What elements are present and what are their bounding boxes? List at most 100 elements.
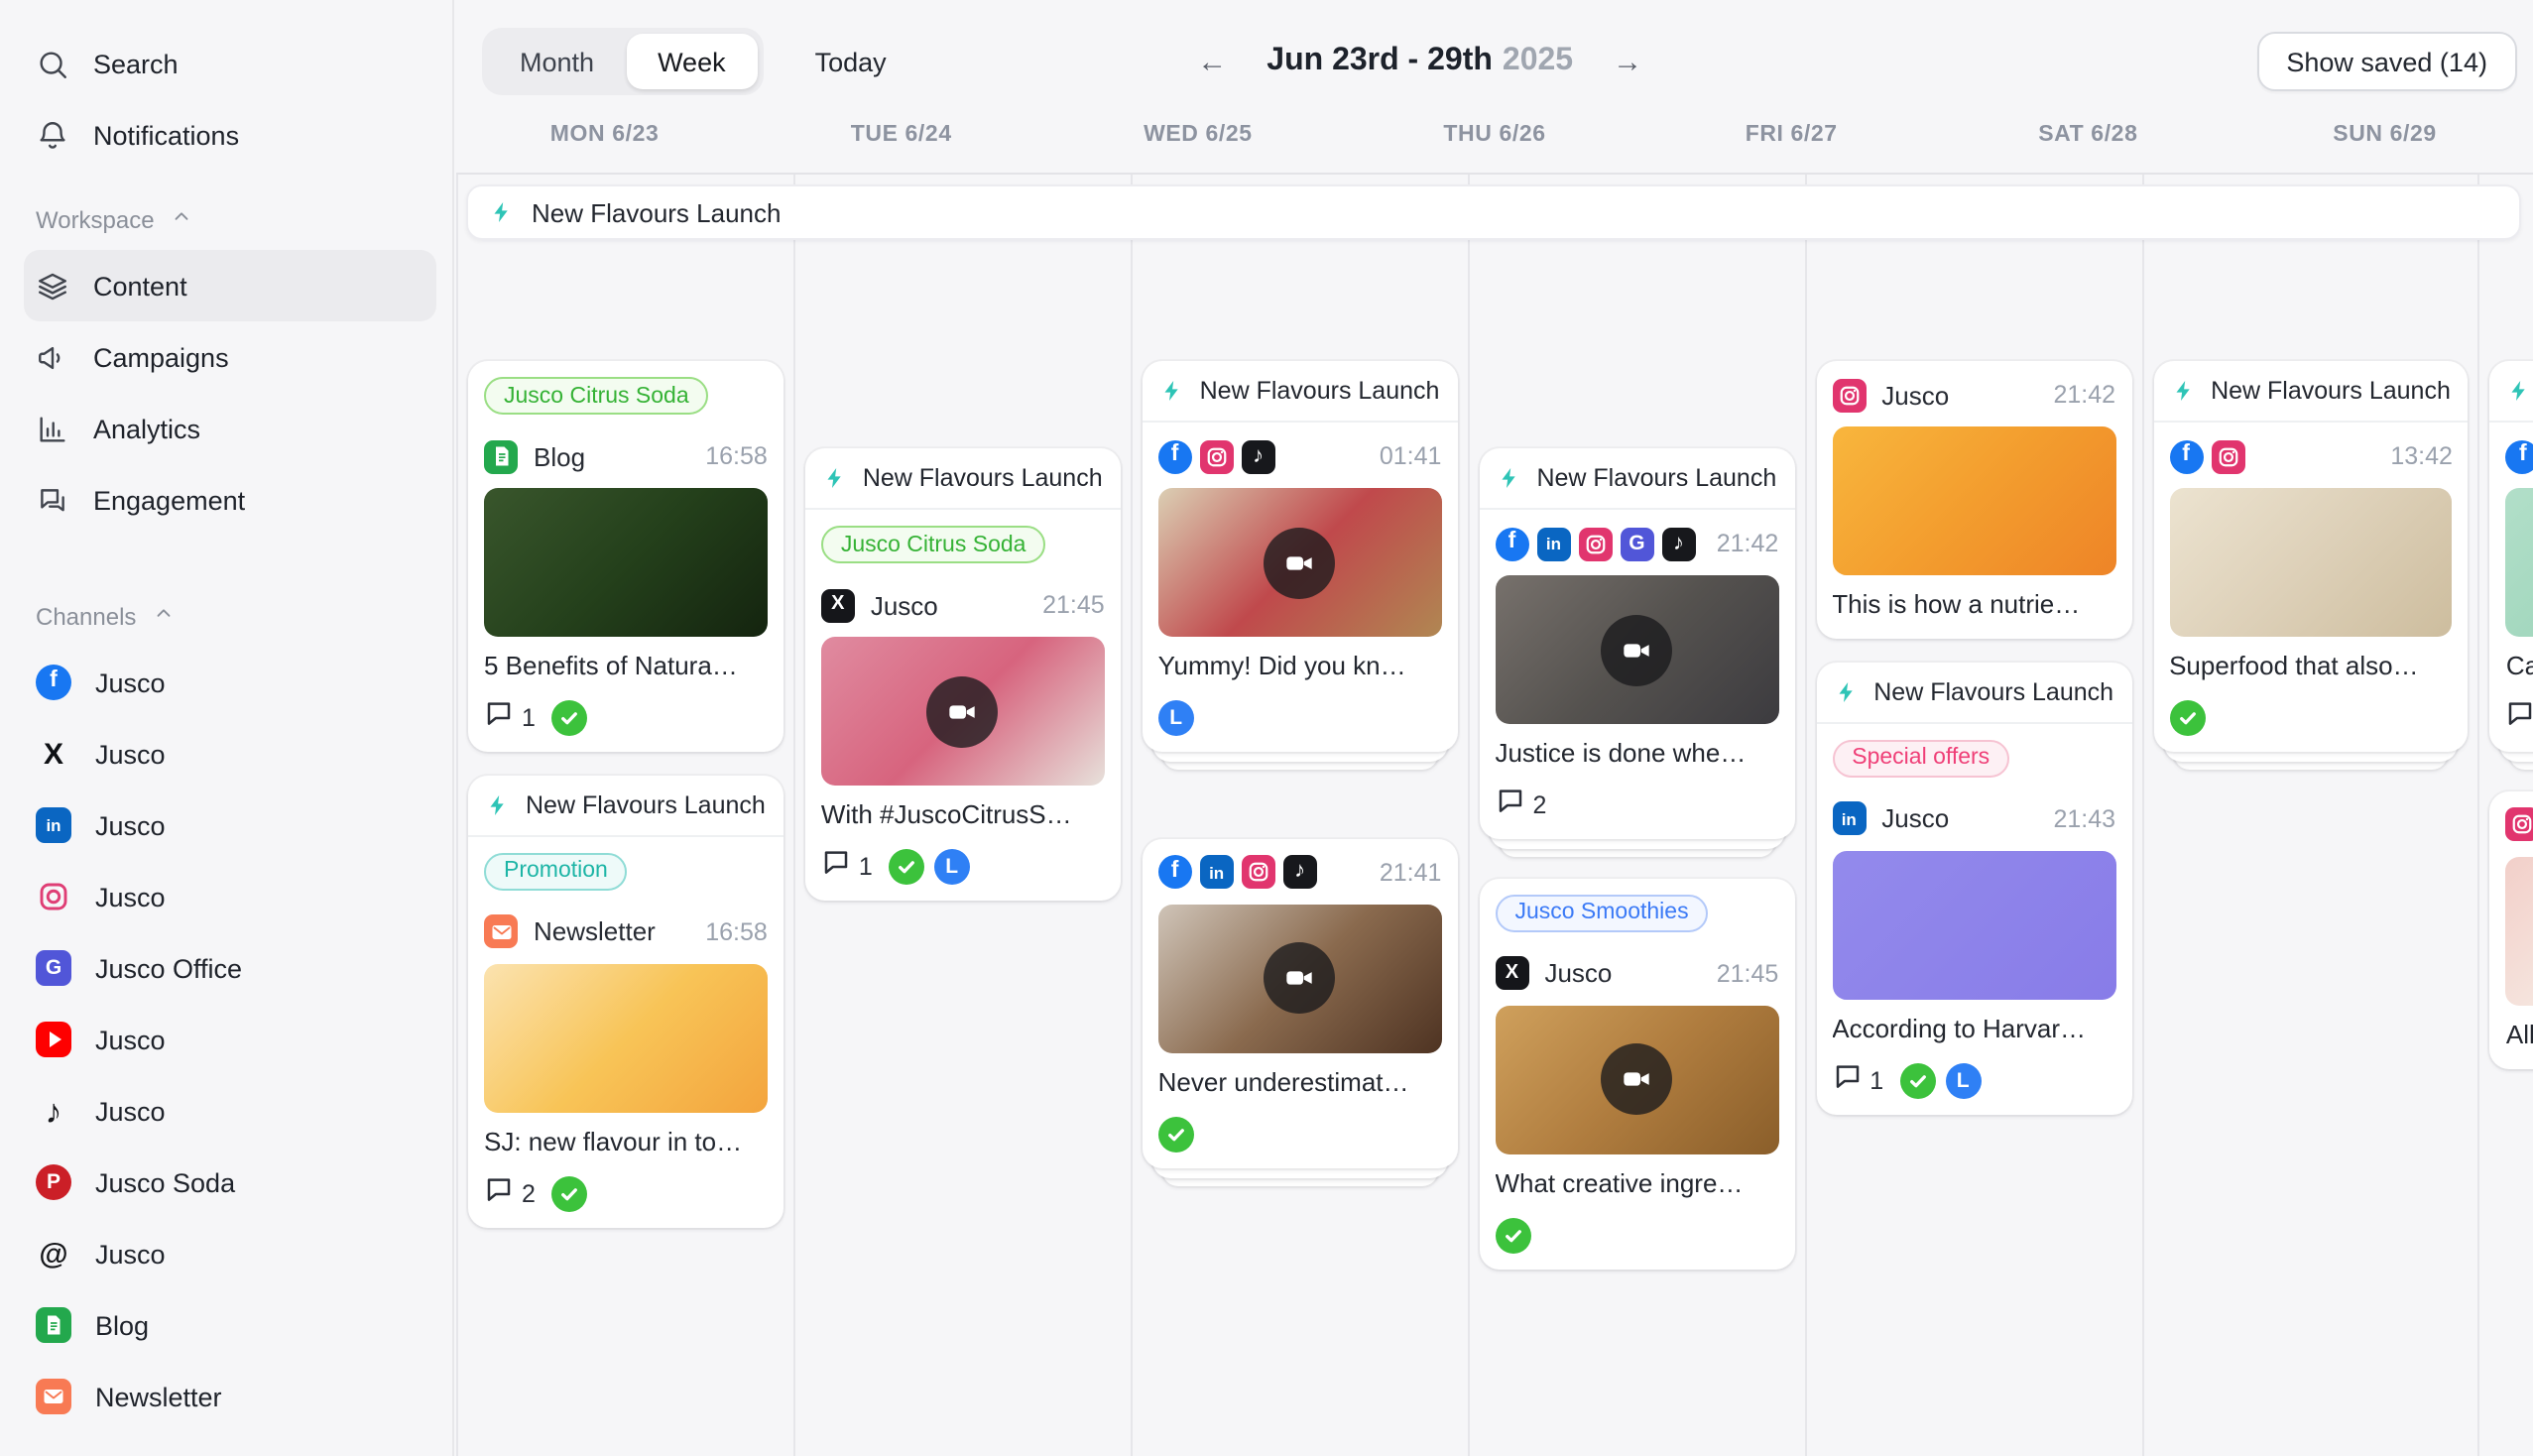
sidebar-item-campaigns[interactable]: Campaigns — [24, 321, 436, 393]
sidebar-channel-instagram[interactable]: Jusco — [24, 861, 436, 932]
channel-row: inJusco21:43 — [1832, 801, 2115, 837]
calendar-body: New Flavours Launch Jusco Citrus SodaBlo… — [456, 175, 2533, 1456]
x-icon: X — [36, 736, 71, 772]
channel-label: Jusco — [95, 1239, 166, 1269]
post-title: Can't have the blue… — [2506, 651, 2533, 684]
post-card[interactable]: New Flavours Launchf13:42Superfood that … — [2153, 361, 2469, 752]
sidebar-channel-youtube[interactable]: Jusco — [24, 1004, 436, 1075]
post-title: Yummy! Did you kn… — [1158, 651, 1442, 684]
instagram-icon — [36, 879, 71, 914]
approved-check-icon — [2169, 700, 2205, 736]
comment-indicator[interactable]: 1 — [484, 698, 536, 738]
sidebar-item-engagement[interactable]: Engagement — [24, 464, 436, 536]
week-view-button[interactable]: Week — [626, 34, 758, 89]
sidebar-channel-google[interactable]: GJusco Office — [24, 932, 436, 1004]
sidebar-channel-pinterest[interactable]: PJusco Soda — [24, 1147, 436, 1218]
show-saved-button[interactable]: Show saved (14) — [2256, 32, 2517, 91]
post-media-pink-citrus-drink-pour[interactable] — [821, 637, 1105, 786]
month-view-button[interactable]: Month — [488, 34, 626, 89]
sidebar-item-search[interactable]: Search — [24, 28, 436, 99]
post-time: 21:45 — [1717, 960, 1779, 988]
channel-row: XJusco21:45 — [1495, 956, 1778, 992]
sidebar-item-content[interactable]: Content — [24, 250, 436, 321]
post-card[interactable]: Jusco21:42All smoothies are pr… — [2490, 791, 2533, 1069]
label-pill: Jusco Citrus Soda — [821, 526, 1046, 563]
label-pill: Special offers — [1832, 740, 2009, 778]
card-stack: Jusco Citrus SodaBlog16:585 Benefits of … — [458, 175, 793, 1272]
campaign-banner[interactable]: New Flavours Launch — [466, 184, 2521, 240]
sidebar-channel-threads[interactable]: @Jusco — [24, 1218, 436, 1289]
sidebar-item-notifications[interactable]: Notifications — [24, 99, 436, 171]
today-button[interactable]: Today — [815, 47, 887, 76]
bell-icon — [36, 118, 69, 152]
post-card[interactable]: New Flavours LaunchJusco Citrus SodaXJus… — [805, 448, 1121, 901]
card-footer — [2169, 700, 2453, 736]
comment-indicator[interactable]: 1 — [1832, 1061, 1883, 1101]
date-range: Jun 23rd - 29th2025 — [1266, 44, 1573, 79]
post-media-apricots[interactable] — [1832, 426, 2115, 575]
comment-icon — [1832, 1061, 1862, 1101]
post-card[interactable]: New Flavours Launchf21:41Can't have the … — [2490, 361, 2533, 752]
day-column: New Flavours Launchf♪01:41Yummy! Did you… — [1131, 175, 1468, 1456]
next-week-arrow-icon[interactable]: → — [1605, 41, 1650, 82]
post-card[interactable]: Jusco21:42 This is how a nutrie… — [1816, 361, 2131, 639]
post-card[interactable]: fin♪21:41Never underestimat… — [1143, 839, 1458, 1168]
sidebar-channel-x[interactable]: XJusco — [24, 718, 436, 789]
channels-section-header[interactable]: Channels — [24, 587, 436, 647]
post-card[interactable]: New Flavours LaunchSpecial offersinJusco… — [1816, 663, 2131, 1115]
sidebar: Search Notifications Workspace Content C… — [0, 0, 454, 1456]
comment-indicator[interactable]: 2 — [1495, 786, 1546, 825]
sidebar-channel-blog[interactable]: Blog — [24, 1289, 436, 1361]
post-media-matches-on-purple[interactable] — [1832, 851, 2115, 1000]
instagram-icon — [1242, 856, 1275, 890]
view-toggle: Month Week — [482, 28, 764, 95]
post-card[interactable]: Jusco Citrus SodaBlog16:585 Benefits of … — [468, 361, 784, 752]
channel-row: Jusco21:42 — [1832, 377, 2115, 413]
post-card[interactable]: New Flavours LaunchPromotionNewsletter16… — [468, 776, 784, 1228]
campaign-bolt-icon — [1160, 379, 1184, 403]
calendar-toolbar: Month Week Today ← Jun 23rd - 29th2025 →… — [456, 0, 2533, 123]
post-media-detox-bottle-on-basil-leaves[interactable] — [484, 488, 768, 637]
post-media-orange-smoothie-glass[interactable] — [484, 964, 768, 1113]
comment-indicator[interactable]: 2 — [484, 1174, 536, 1214]
post-card[interactable]: Jusco SmoothiesXJusco21:45What creative … — [1479, 879, 1794, 1270]
post-media-green-detox-pour[interactable] — [2506, 488, 2533, 637]
approved-check-icon — [1899, 1063, 1935, 1099]
sidebar-item-label: Notifications — [93, 120, 239, 150]
day-column: New Flavours Launchf13:42Superfood that … — [2141, 175, 2478, 1456]
channel-row: Newsletter16:58 — [484, 914, 768, 950]
prev-week-arrow-icon[interactable]: ← — [1189, 41, 1235, 82]
content-calendar-app: Search Notifications Workspace Content C… — [0, 0, 2533, 1456]
campaign-bolt-icon — [2508, 379, 2532, 403]
post-media-smoothie-cups-on-wood[interactable] — [1495, 1006, 1778, 1154]
workspace-section-header[interactable]: Workspace — [24, 190, 436, 250]
instagram-icon — [1578, 527, 1612, 560]
post-media-juice-bottles-flatlay[interactable] — [2169, 488, 2453, 637]
post-time: 21:45 — [1042, 591, 1105, 619]
tiktok-icon: ♪ — [1661, 527, 1695, 560]
calendar-main: Month Week Today ← Jun 23rd - 29th2025 →… — [456, 0, 2533, 1456]
post-media-red-iced-drinks[interactable] — [1158, 488, 1442, 637]
card-campaign-header: New Flavours Launch — [1143, 361, 1458, 423]
comment-indicator[interactable]: 4 — [2506, 698, 2533, 738]
post-card[interactable]: New Flavours LaunchfinG♪21:42Justice is … — [1479, 448, 1794, 839]
sidebar-item-analytics[interactable]: Analytics — [24, 393, 436, 464]
post-title: This is how a nutrie… — [1832, 589, 2115, 623]
approved-check-icon — [551, 1176, 587, 1212]
post-media-bar-shelf-scene[interactable] — [1495, 575, 1778, 724]
post-card[interactable]: New Flavours Launchf♪01:41Yummy! Did you… — [1143, 361, 1458, 752]
sidebar-channel-newsletter[interactable]: Newsletter — [24, 1361, 436, 1432]
post-media-chocolate-pour-jars[interactable] — [1158, 905, 1442, 1053]
channel-label: Blog — [95, 1310, 149, 1340]
post-media-pink-smoothie-berries[interactable] — [2506, 857, 2533, 1006]
sidebar-channel-linkedin[interactable]: inJusco — [24, 789, 436, 861]
card-footer: 1L — [1832, 1063, 2115, 1099]
sidebar-channel-tiktok[interactable]: ♪Jusco — [24, 1075, 436, 1147]
facebook-icon: f — [36, 665, 71, 700]
instagram-icon — [1200, 439, 1234, 473]
pinterest-icon: P — [36, 1164, 71, 1200]
channel-label: Jusco — [95, 667, 166, 697]
channel-row: Jusco21:42 — [2506, 807, 2533, 843]
sidebar-channel-facebook[interactable]: f Jusco — [24, 647, 436, 718]
comment-indicator[interactable]: 1 — [821, 847, 873, 887]
